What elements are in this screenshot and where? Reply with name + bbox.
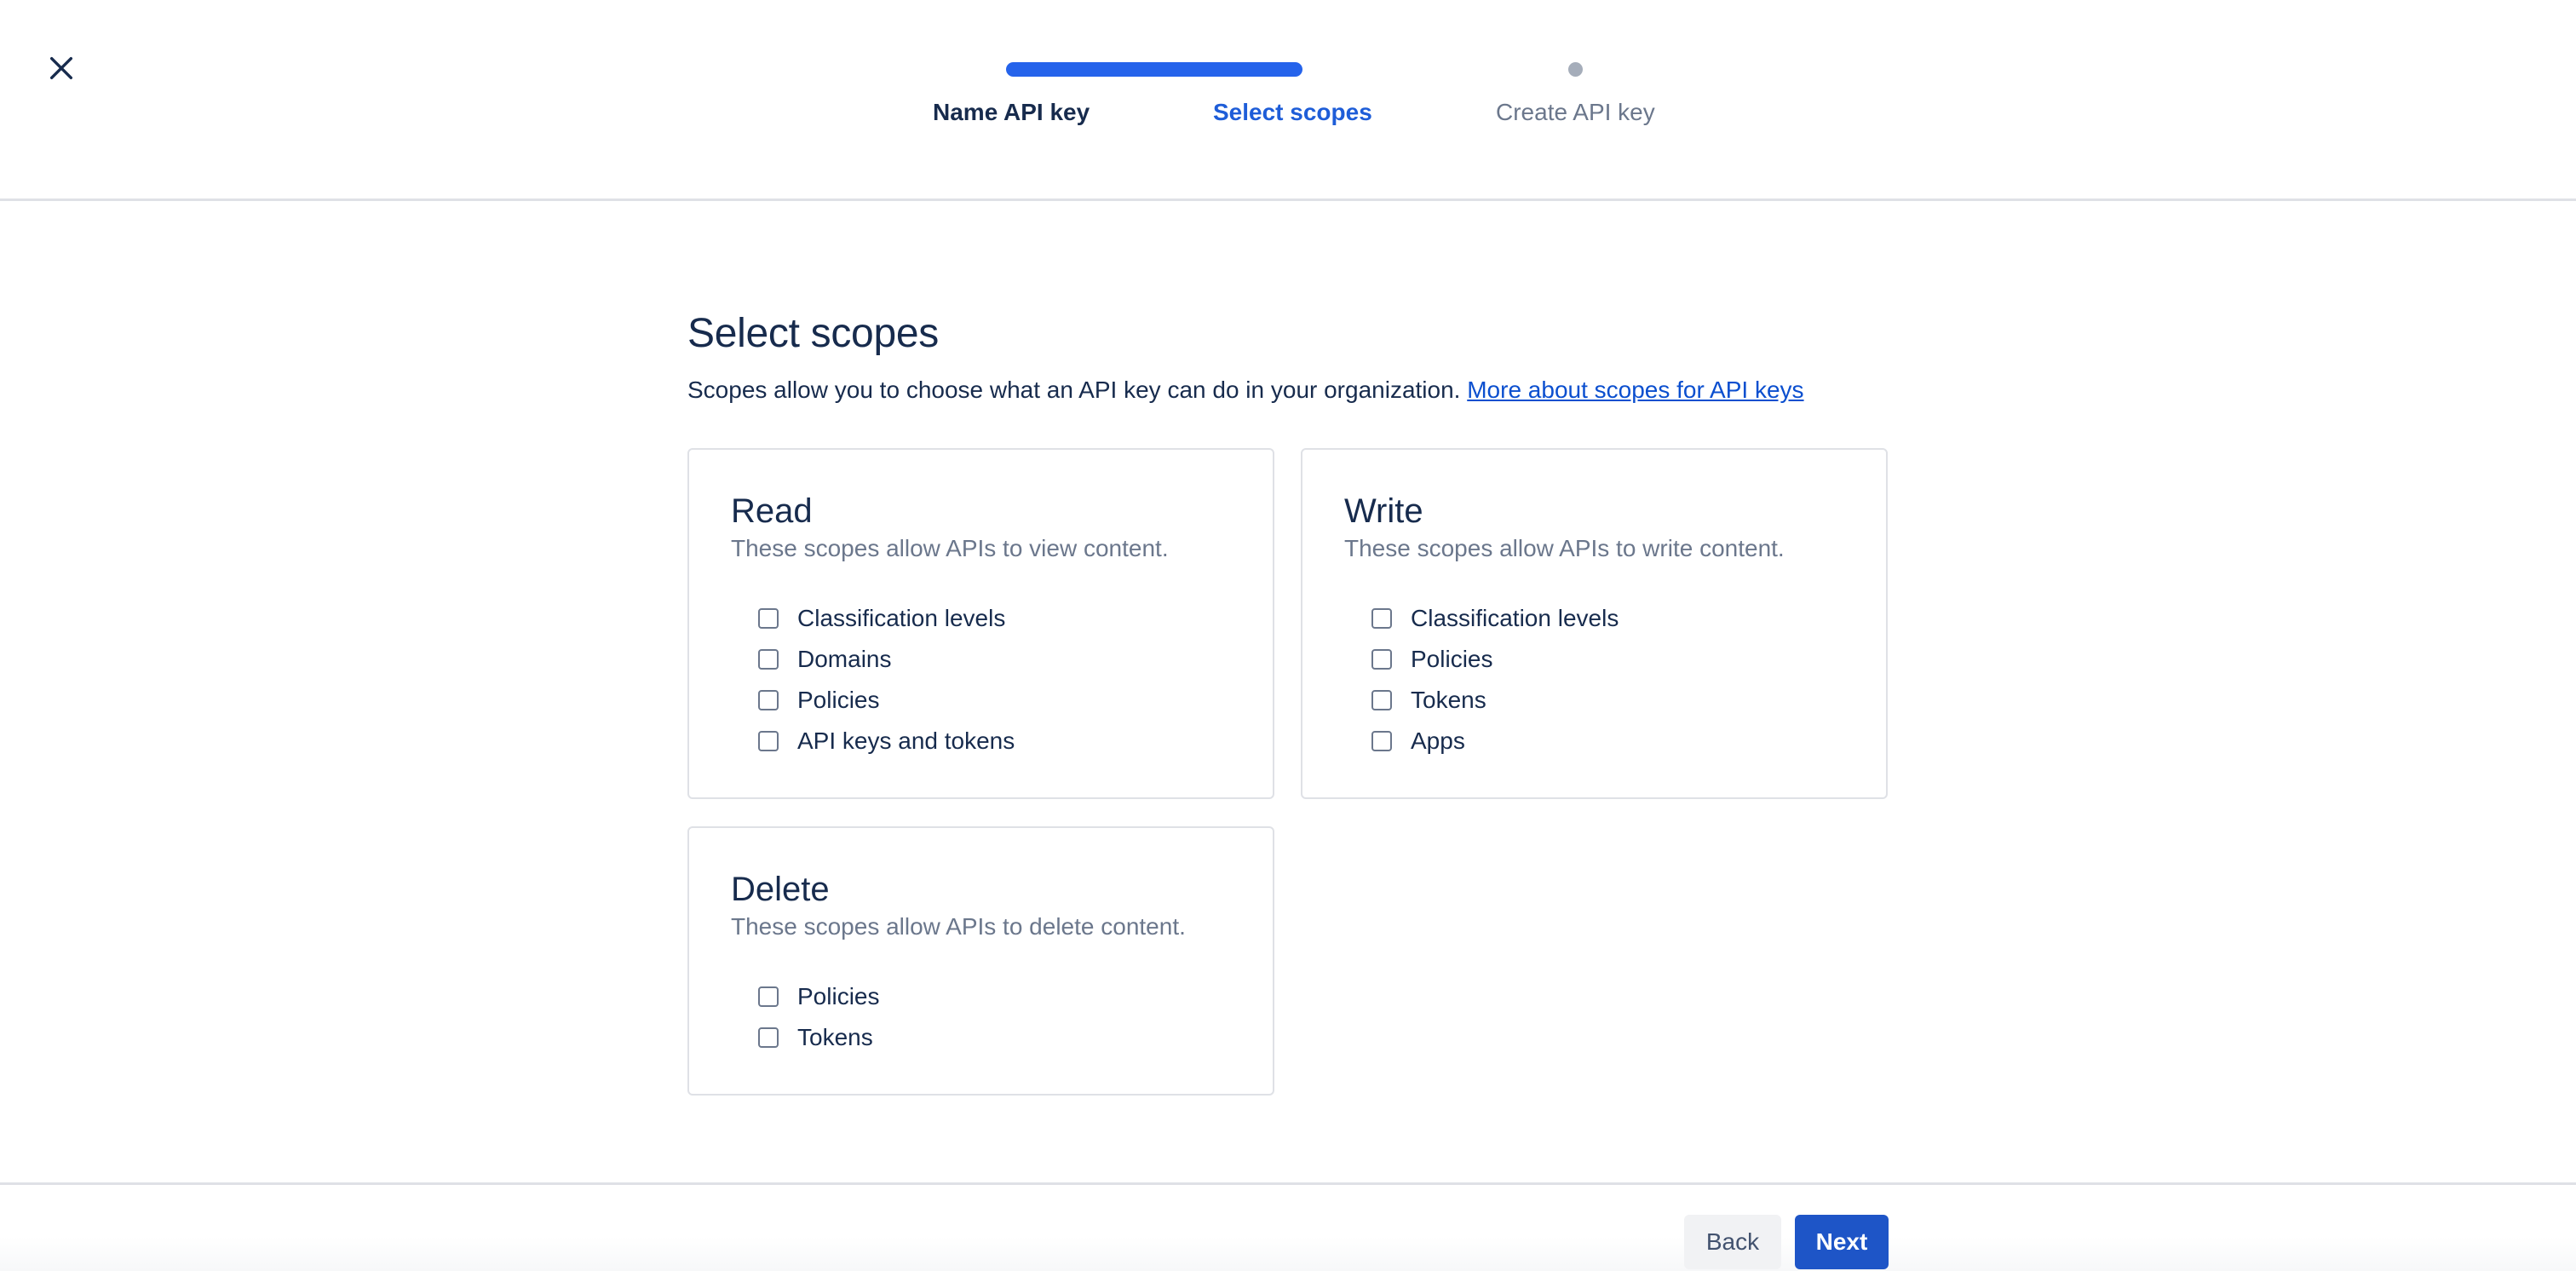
checkbox[interactable] [1371,731,1392,751]
scope-options: Classification levels Policies Tokens Ap… [1371,598,1619,762]
card-title: Delete [731,871,830,908]
scopes-help-link[interactable]: More about scopes for API keys [1467,377,1803,403]
scope-option-write-apps[interactable]: Apps [1371,721,1619,762]
checkbox-label: Classification levels [797,605,1006,631]
read-scopes-card: Read These scopes allow APIs to view con… [687,448,1274,799]
checkbox[interactable] [758,649,779,670]
card-description: These scopes allow APIs to view content. [731,535,1169,561]
card-title: Write [1344,492,1423,530]
checkbox[interactable] [1371,608,1392,629]
card-description: These scopes allow APIs to delete conten… [731,913,1186,940]
step-create-api-key: Create API key [1496,99,1655,125]
step-name-api-key: Name API key [933,99,1090,125]
create-api-key-page: Name API key Select scopes Create API ke… [0,0,2576,1271]
checkbox-label: Tokens [1411,687,1486,713]
scope-option-delete-tokens[interactable]: Tokens [758,1017,879,1058]
step-select-scopes: Select scopes [1213,99,1372,125]
delete-scopes-card: Delete These scopes allow APIs to delete… [687,826,1274,1096]
page-title: Select scopes [687,311,939,356]
checkbox-label: Policies [1411,646,1493,672]
intro-description: Scopes allow you to choose what an API k… [687,377,1461,403]
checkbox[interactable] [758,608,779,629]
scope-option-read-policies[interactable]: Policies [758,680,1015,721]
checkbox-label: Tokens [797,1024,873,1050]
checkbox[interactable] [1371,649,1392,670]
checkbox-label: Domains [797,646,892,672]
card-description: These scopes allow APIs to write content… [1344,535,1785,561]
scope-options: Classification levels Domains Policies A… [758,598,1015,762]
intro-text: Scopes allow you to choose what an API k… [687,377,1804,404]
card-title: Read [731,492,813,530]
scope-option-delete-policies[interactable]: Policies [758,976,879,1017]
main-content: Select scopes Scopes allow you to choose… [687,310,1888,1096]
progress-step-dot [1568,62,1583,77]
checkbox[interactable] [758,1027,779,1048]
scope-option-read-classification-levels[interactable]: Classification levels [758,598,1015,639]
header: Name API key Select scopes Create API ke… [0,0,2576,201]
checkbox-label: Policies [797,983,880,1009]
footer-actions: Back Next [0,1182,2576,1271]
progress-bar [1006,62,1302,77]
checkbox-label: Apps [1411,728,1465,754]
scope-option-read-api-keys-and-tokens[interactable]: API keys and tokens [758,721,1015,762]
back-button[interactable]: Back [1684,1215,1781,1269]
checkbox-label: API keys and tokens [797,728,1015,754]
scope-option-write-classification-levels[interactable]: Classification levels [1371,598,1619,639]
scope-options: Policies Tokens [758,976,879,1058]
checkbox-label: Policies [797,687,880,713]
checkbox-label: Classification levels [1411,605,1619,631]
progress-tracker: Name API key Select scopes Create API ke… [0,0,2576,201]
scope-option-write-tokens[interactable]: Tokens [1371,680,1619,721]
next-button[interactable]: Next [1795,1215,1889,1269]
checkbox[interactable] [1371,690,1392,710]
checkbox[interactable] [758,690,779,710]
scope-option-read-domains[interactable]: Domains [758,639,1015,680]
scope-option-write-policies[interactable]: Policies [1371,639,1619,680]
write-scopes-card: Write These scopes allow APIs to write c… [1301,448,1888,799]
checkbox[interactable] [758,731,779,751]
checkbox[interactable] [758,986,779,1007]
